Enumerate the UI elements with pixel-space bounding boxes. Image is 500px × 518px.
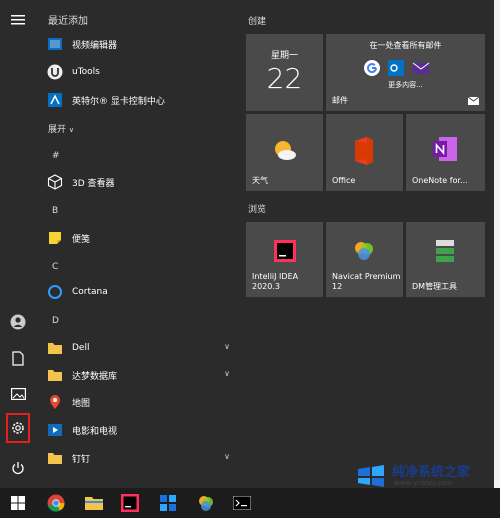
google-icon	[364, 60, 380, 76]
watermark-url: www.ycwjzy.com	[394, 479, 453, 487]
dm-tile[interactable]: DM管理工具	[406, 222, 485, 297]
chevron-down-icon: ∨	[224, 342, 230, 351]
onenote-tile[interactable]: OneNote for...	[406, 114, 485, 191]
pictures-icon[interactable]	[0, 376, 36, 412]
cortana-icon	[46, 283, 64, 301]
power-icon[interactable]	[0, 450, 36, 486]
maps-icon	[46, 393, 64, 411]
user-icon[interactable]	[0, 304, 36, 340]
mail-envelope-icon	[468, 97, 479, 105]
intellij-label: IntelliJ IDEA 2020.3	[252, 272, 299, 291]
app-label: uTools	[72, 67, 100, 77]
letter-header[interactable]: D	[52, 316, 59, 326]
watermark-title: 纯净系统之家	[392, 465, 471, 480]
utools-icon	[46, 63, 64, 81]
dm-tool-icon	[436, 240, 454, 262]
intellij-icon[interactable]	[114, 488, 146, 518]
weather-label: 天气	[252, 176, 268, 185]
onenote-icon	[433, 137, 457, 161]
file-explorer-icon[interactable]	[78, 488, 110, 518]
sticky-notes-icon	[46, 229, 64, 247]
3d-viewer-icon	[46, 173, 64, 191]
group-header-browse: 浏览	[248, 205, 267, 215]
app-label: 3D 查看器	[72, 178, 115, 189]
app-item-dingtalk[interactable]: 钉钉 ∨	[46, 446, 236, 470]
app-label: 视频编辑器	[72, 40, 118, 51]
hamburger-menu-icon[interactable]	[0, 2, 36, 38]
app-label: 便笺	[72, 234, 91, 245]
letter-header[interactable]: C	[52, 262, 58, 272]
app-item-dell[interactable]: Dell ∨	[46, 336, 236, 360]
watermark-logo-icon	[358, 465, 384, 487]
app-grid-icon[interactable]	[152, 488, 184, 518]
group-header-create: 创建	[248, 17, 267, 27]
tiles-area: 创建 星期一 22 在一处查看所有邮件 更多内容... 邮件 天气 Office…	[240, 0, 494, 488]
office-icon	[355, 137, 373, 165]
app-item-movies-tv[interactable]: 电影和电视	[46, 418, 236, 442]
office-label: Office	[332, 176, 356, 185]
app-label: Cortana	[72, 287, 108, 297]
dm-label: DM管理工具	[412, 282, 458, 291]
expand-label: 展开	[48, 125, 67, 135]
letter-header[interactable]: #	[52, 151, 60, 161]
expand-link[interactable]: 展开 ∨	[48, 122, 74, 135]
envelope-icon	[412, 62, 430, 74]
calendar-date: 22	[266, 62, 303, 95]
navicat-tile[interactable]: Navicat Premium 12	[326, 222, 403, 297]
outlook-icon	[388, 60, 404, 76]
app-label: 钉钉	[72, 454, 91, 465]
weather-icon	[275, 141, 296, 160]
folder-icon	[46, 449, 64, 467]
app-item-intel-graphics[interactable]: 英特尔® 显卡控制中心	[46, 88, 236, 112]
navicat-icon[interactable]	[190, 488, 222, 518]
background-strip	[494, 0, 500, 488]
app-item-dameng[interactable]: 达梦数据库 ∨	[46, 363, 236, 387]
navicat-icon	[355, 242, 373, 260]
app-item-utools[interactable]: uTools	[46, 60, 236, 84]
intel-graphics-icon	[46, 91, 64, 109]
intellij-icon	[274, 240, 296, 262]
folder-icon	[46, 366, 64, 384]
app-label: 达梦数据库	[72, 371, 118, 382]
app-item-cortana[interactable]: Cortana	[46, 280, 236, 304]
onenote-label: OneNote for...	[412, 176, 468, 185]
calendar-day: 星期一	[270, 51, 298, 61]
app-label: 英特尔® 显卡控制中心	[72, 96, 165, 107]
letter-header[interactable]: B	[52, 206, 58, 216]
weather-tile[interactable]: 天气	[246, 114, 323, 191]
app-label: Dell	[72, 343, 90, 353]
document-icon[interactable]	[0, 340, 36, 376]
chevron-down-icon: ∨	[68, 126, 75, 134]
app-label: 地图	[72, 398, 91, 409]
folder-icon	[46, 339, 64, 357]
video-editor-icon	[46, 35, 64, 53]
chevron-down-icon: ∨	[224, 452, 230, 461]
app-item-sticky-notes[interactable]: 便笺	[46, 226, 236, 250]
app-item-maps[interactable]: 地图	[46, 390, 236, 414]
mail-more: 更多内容...	[388, 81, 423, 89]
navicat-label: Navicat Premium 12	[332, 272, 401, 291]
movies-tv-icon	[46, 421, 64, 439]
mail-tile[interactable]: 在一处查看所有邮件 更多内容... 邮件	[326, 34, 485, 111]
recent-header: 最近添加	[48, 16, 88, 27]
windows-start-icon[interactable]	[2, 488, 34, 518]
settings-highlight-box	[6, 413, 30, 443]
calendar-tile[interactable]: 星期一 22	[246, 34, 323, 111]
mail-label: 邮件	[332, 96, 348, 105]
app-item-video-editor[interactable]: 视频编辑器	[46, 32, 236, 56]
taskbar	[0, 488, 500, 518]
intellij-tile[interactable]: IntelliJ IDEA 2020.3	[246, 222, 323, 297]
office-tile[interactable]: Office	[326, 114, 403, 191]
app-label: 电影和电视	[72, 426, 118, 437]
mail-headline: 在一处查看所有邮件	[369, 41, 442, 50]
chevron-down-icon: ∨	[224, 369, 230, 378]
app-item-3d-viewer[interactable]: 3D 查看器	[46, 170, 236, 194]
app-list: 最近添加 视频编辑器 uTools 英特尔® 显卡控制中心 展开 ∨ # 3D …	[36, 0, 240, 488]
terminal-icon[interactable]	[226, 488, 258, 518]
chrome-icon[interactable]	[40, 488, 72, 518]
